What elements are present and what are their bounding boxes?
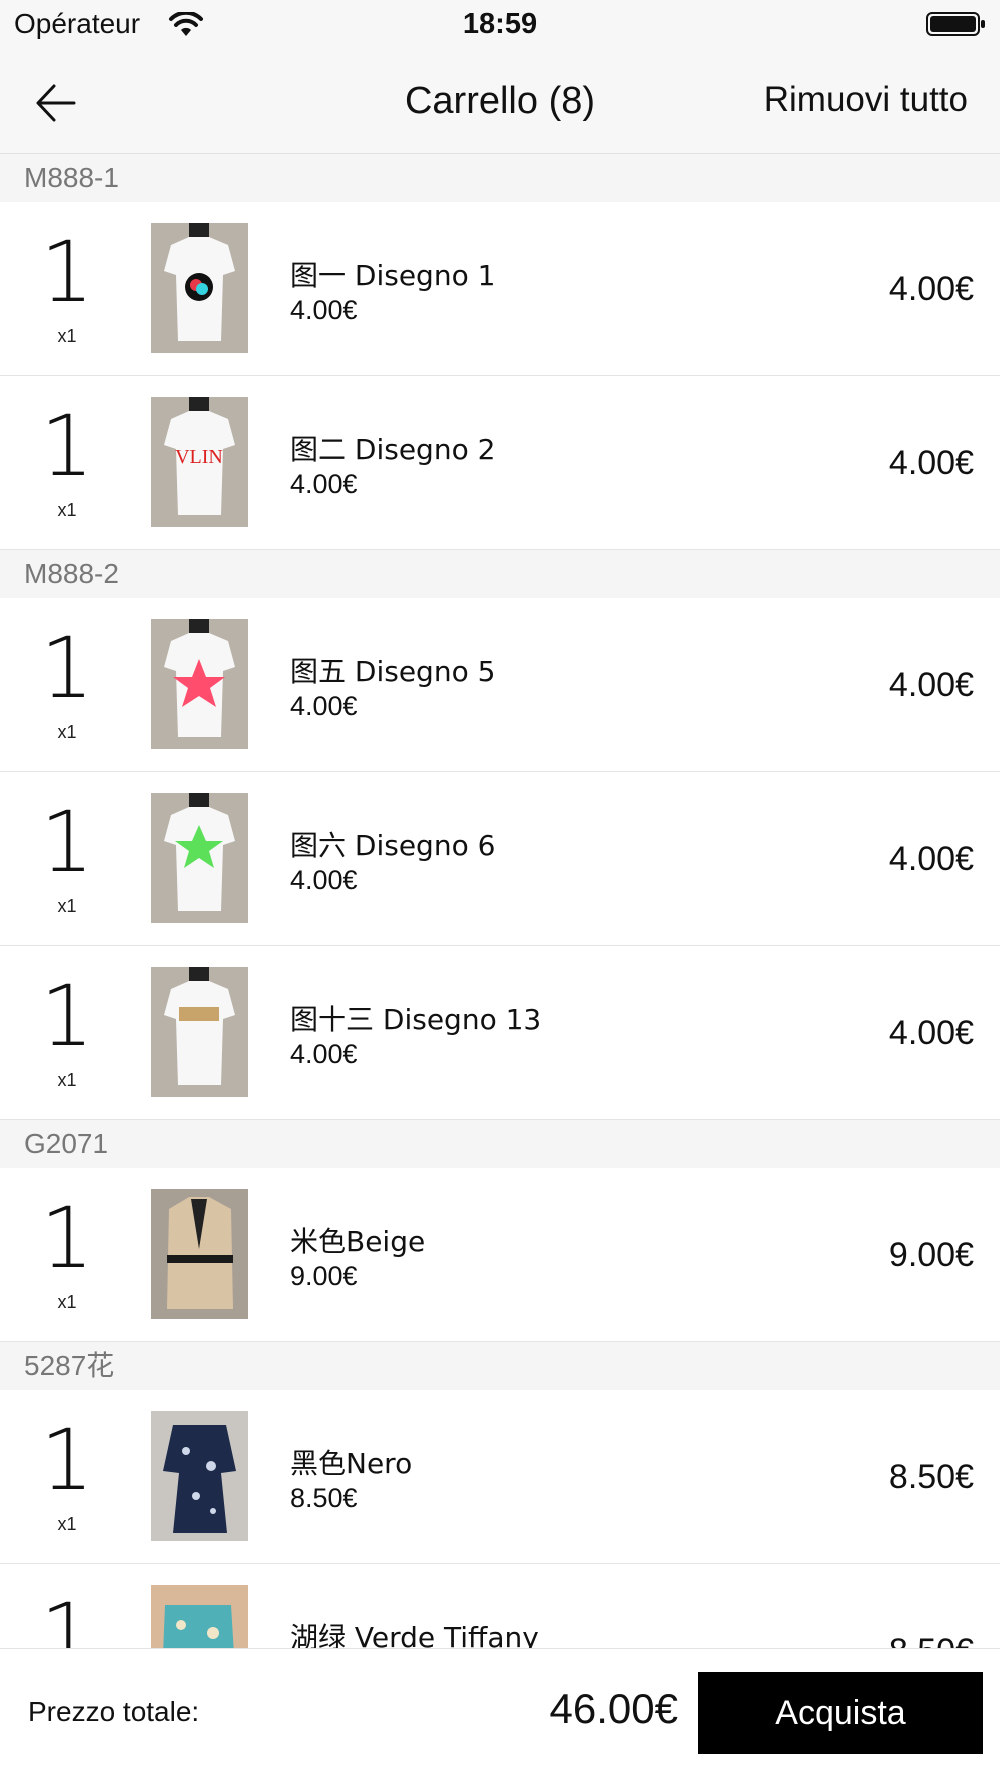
item-quantity[interactable]: 1	[0, 800, 134, 884]
product-name: 湖绿 Verde Tiffany	[290, 1621, 539, 1648]
product-name: 图一 Disegno 1	[290, 259, 496, 292]
product-image[interactable]	[151, 619, 248, 749]
unit-price: 8.50€	[290, 1483, 358, 1513]
total-label: Prezzo totale:	[28, 1696, 200, 1727]
product-image[interactable]	[151, 1189, 248, 1319]
product-name: 黑色Nero	[290, 1447, 413, 1480]
product-name: 图二 Disegno 2	[290, 433, 496, 466]
unit-price: 4.00€	[290, 469, 358, 499]
product-image[interactable]	[151, 223, 248, 353]
cart-item[interactable]: 1 x1 图六 Disegno 6 4.00€ 4.00€	[0, 772, 1000, 946]
product-image[interactable]	[151, 1585, 248, 1648]
status-bar: Opérateur 18:59	[0, 0, 1000, 52]
line-total: 4.00€	[888, 444, 974, 482]
item-quantity[interactable]: 1	[0, 1592, 134, 1648]
item-quantity-multiplier: x1	[57, 326, 77, 346]
unit-price: 4.00€	[290, 295, 358, 325]
product-name: 图六 Disegno 6	[290, 829, 496, 862]
item-quantity-multiplier: x1	[57, 1070, 77, 1090]
cart-item[interactable]: 1 x1 图十三 Disegno 13 4.00€ 4.00€	[0, 946, 1000, 1120]
product-name: 米色Beige	[290, 1225, 426, 1258]
line-total: 4.00€	[888, 840, 974, 878]
product-image[interactable]	[151, 793, 248, 923]
line-total: 4.00€	[888, 666, 974, 704]
cart-item[interactable]: 1 x1 米色Beige 9.00€ 9.00€	[0, 1168, 1000, 1342]
line-total: 4.00€	[888, 270, 974, 308]
unit-price: 4.00€	[290, 691, 358, 721]
item-quantity[interactable]: 1	[0, 1196, 134, 1280]
item-quantity[interactable]: 1	[0, 230, 134, 314]
product-name: 图十三 Disegno 13	[290, 1003, 542, 1036]
checkout-bar: Prezzo totale: 46.00€ Acquista	[0, 1648, 1000, 1778]
item-quantity[interactable]: 1	[0, 626, 134, 710]
item-quantity-multiplier: x1	[57, 500, 77, 520]
clock: 18:59	[462, 8, 538, 40]
unit-price: 4.00€	[290, 865, 358, 895]
remove-all-button[interactable]: Rimuovi tutto	[764, 80, 968, 120]
product-image[interactable]	[151, 1411, 248, 1541]
product-image[interactable]	[151, 967, 248, 1097]
nav-bar: Carrello (8) Rimuovi tutto	[0, 52, 1000, 154]
line-total: 8.50€	[888, 1458, 974, 1496]
unit-price: 4.00€	[290, 1039, 358, 1069]
item-quantity-multiplier: x1	[57, 1514, 77, 1534]
battery-icon	[926, 12, 985, 36]
total-value: 46.00€	[549, 1685, 678, 1732]
group-header: M888-1	[0, 154, 1000, 202]
line-total: 8.50€	[889, 1632, 974, 1648]
line-total: 4.00€	[888, 1014, 974, 1052]
svg-text:VLIN: VLIN	[175, 446, 223, 468]
item-quantity[interactable]: 1	[0, 404, 134, 488]
line-total: 9.00€	[888, 1236, 974, 1274]
group-header: 5287花	[0, 1342, 1000, 1390]
item-quantity-multiplier: x1	[57, 896, 77, 916]
cart-item[interactable]: 1 x1 图一 Disegno 1 4.00€ 4.00€	[0, 202, 1000, 376]
cart-item[interactable]: 1 x1 湖绿 Verde Tiffany 8.50€ 8.50€	[0, 1564, 1000, 1648]
item-quantity-multiplier: x1	[57, 1292, 77, 1312]
product-image[interactable]: VLIN	[151, 397, 248, 527]
item-quantity[interactable]: 1	[0, 1418, 134, 1502]
unit-price: 9.00€	[290, 1261, 358, 1291]
cart-item[interactable]: 1 x1 黑色Nero 8.50€ 8.50€	[0, 1390, 1000, 1564]
buy-button[interactable]: Acquista	[698, 1672, 983, 1754]
product-name: 图五 Disegno 5	[290, 655, 496, 688]
cart-item[interactable]: 1 x1 图五 Disegno 5 4.00€ 4.00€	[0, 598, 1000, 772]
item-quantity[interactable]: 1	[0, 974, 134, 1058]
cart-item[interactable]: 1 x1 VLIN 图二 Disegno 2 4.00€ 4.00€	[0, 376, 1000, 550]
group-header: M888-2	[0, 550, 1000, 598]
item-quantity-multiplier: x1	[57, 722, 77, 742]
cart-list[interactable]: M888-1 1 x1 图一 Disegno 1 4.00€ 4.00€ 1 x…	[0, 154, 1000, 1648]
group-header: G2071	[0, 1120, 1000, 1168]
